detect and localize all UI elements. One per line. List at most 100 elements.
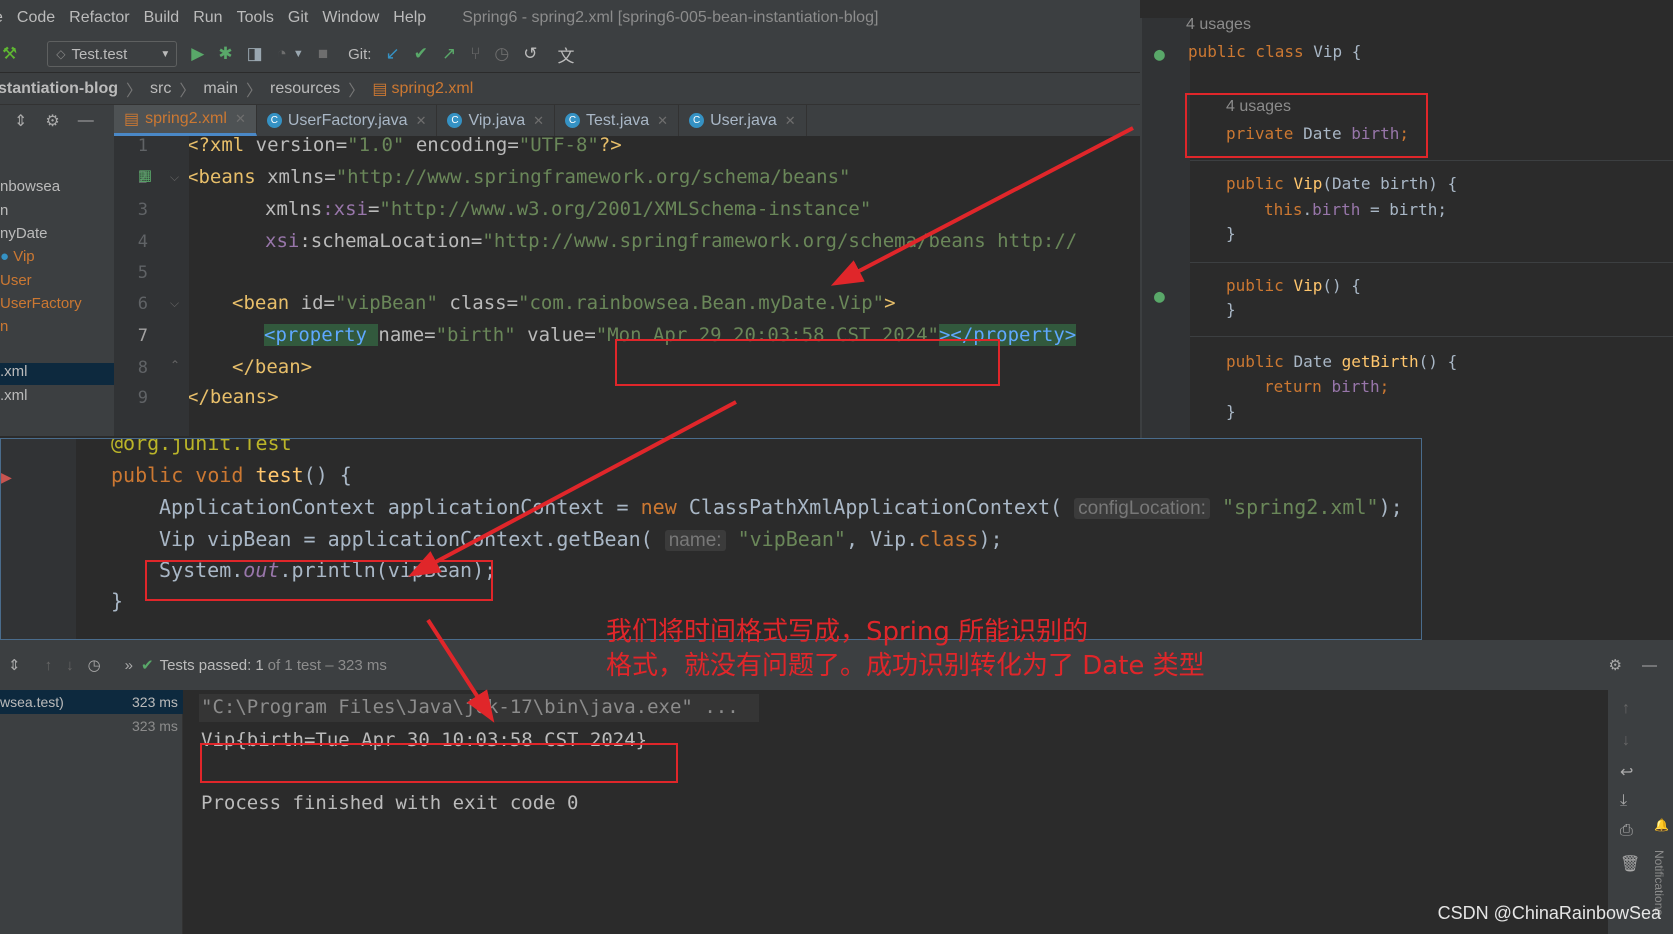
trash-icon[interactable]: 🗑 [1620,854,1640,874]
bean-gutter-icon[interactable]: ● [1154,286,1165,307]
token: . [1302,200,1313,219]
project-tree: nbowsea n nyDate ● Vip User UserFactory … [0,136,114,436]
tree-item-selected[interactable]: .xml [0,363,114,385]
tree-item[interactable]: UserFactory [0,295,82,312]
token: = [424,324,436,346]
highlight-box-field [1185,93,1428,158]
git-push-icon[interactable]: ↗ [442,44,456,64]
test-time: 323 ms [132,694,178,710]
gear-icon[interactable]: ⚙ [1609,656,1622,674]
fold-icon[interactable]: ⌵ [170,296,179,311]
menu-item-file[interactable]: e [0,9,3,27]
breadcrumb-src[interactable]: src [150,80,171,98]
xml-editor[interactable]: <?xml version="1.0" encoding="UTF-8"?> <… [189,136,1140,436]
tab-user-java[interactable]: C User.java ✕ [679,105,807,136]
translate-icon[interactable]: 文 [557,42,574,67]
test-editor[interactable]: ▶ @org.junit.Test public void test() { A… [0,438,1422,640]
git-update-icon[interactable]: ↙ [385,44,399,64]
tree-item[interactable]: User [0,272,32,289]
stop-icon[interactable]: ■ [318,44,328,64]
menu-item-window[interactable]: Window [322,9,379,27]
window-title: Spring6 - spring2.xml [spring6-005-bean-… [462,9,879,26]
run-config-select[interactable]: ◇ Test.test ▼ [47,41,178,67]
fold-icon[interactable]: ⌵ [170,170,179,185]
tree-item[interactable]: nbowsea [0,178,60,195]
fold-icon[interactable]: ⌃ [170,358,180,372]
constructor-2: public Vip() { [1226,276,1361,295]
coverage-icon[interactable]: ◨ [247,44,263,64]
token: "vipBean" [334,292,438,314]
menu-item-build[interactable]: Build [144,9,180,27]
collapse-icon[interactable]: ⇕ [14,111,27,131]
rollback-icon[interactable]: ↺ [523,44,537,64]
close-icon[interactable]: ✕ [785,113,796,129]
gear-icon[interactable]: ⚙ [45,111,59,131]
close-icon[interactable]: ✕ [657,113,668,129]
run-icon[interactable]: ▶ [191,44,204,64]
history-icon[interactable]: ◷ [88,656,101,674]
collapse-icon[interactable]: ⇕ [8,656,21,674]
tab-vip-java[interactable]: C Vip.java ✕ [437,105,556,136]
debug-icon[interactable]: ✱ [218,44,232,64]
close-icon[interactable]: ✕ [235,111,246,127]
token: "http://www.springframework.org/schema/b… [482,230,1078,252]
arrow-down-icon[interactable]: ↓ [1622,732,1630,750]
breadcrumb-file[interactable]: spring2.xml [391,80,473,98]
breadcrumb-main[interactable]: main [203,80,238,98]
menu-item-refactor[interactable]: Refactor [69,9,129,27]
console-command: "C:\Program Files\Java\jdk-17\bin\java.e… [201,696,739,718]
tree-item-vip[interactable]: ● Vip [0,248,35,265]
bean-gutter-icon[interactable]: ▦ [138,166,152,184]
soft-wrap-icon[interactable]: ↩ [1620,762,1633,782]
menu-item-run[interactable]: Run [193,9,222,27]
console-output[interactable]: "C:\Program Files\Java\jdk-17\bin\java.e… [183,690,1608,934]
close-icon[interactable]: ✕ [416,113,427,129]
tree-item[interactable]: n [0,318,8,335]
menu-item-help[interactable]: Help [393,9,426,27]
tree-item[interactable]: .xml [0,387,28,404]
breadcrumb-project[interactable]: stantiation-blog [0,80,118,98]
usages-hint[interactable]: 4 usages [1186,18,1251,34]
run-test-icon[interactable]: ▶ [1,467,12,488]
more-run-icon[interactable]: ▼ [293,48,304,60]
menu-item-code[interactable]: Code [17,9,55,27]
arrow-up-icon[interactable]: ↑ [45,657,53,674]
hammer-icon[interactable]: ⚒ [2,44,17,64]
arrow-down-icon[interactable]: ↓ [66,657,74,674]
breadcrumb-resources[interactable]: resources [270,80,340,98]
vip-class-editor[interactable]: ● ● 4 usages public class Vip { 4 usages… [1140,18,1673,438]
more-icon[interactable]: » [125,657,133,674]
token: Date [1293,352,1342,371]
tab-spring2-xml[interactable]: ▤ spring2.xml ✕ [114,105,257,136]
scroll-end-icon[interactable]: ⤓ [1620,792,1627,810]
notifications-icon[interactable]: 🔔 [1654,818,1669,832]
divider [1190,160,1673,161]
history-icon[interactable]: ◷ [494,44,509,64]
profile-icon[interactable]: ◔ [277,44,287,64]
git-branch-icon[interactable]: ⑂ [470,44,480,64]
tree-item[interactable]: n [0,202,8,219]
print-icon[interactable]: ⎙ [1620,822,1633,840]
git-commit-icon[interactable]: ✔ [414,44,428,64]
breadcrumb-separator: 〉 [348,82,365,100]
menu-item-tools[interactable]: Tools [237,9,274,27]
tab-test-java[interactable]: C Test.java ✕ [555,105,680,136]
hide-icon[interactable]: — [1642,657,1657,674]
annotation-note-line2: 格式，就没有问题了。成功识别转化为了 Date 类型 [606,651,1205,681]
hide-icon[interactable]: — [78,112,94,130]
tab-userfactory-java[interactable]: C UserFactory.java ✕ [257,105,438,136]
token: "http://www.springframework.org/schema/b… [335,166,851,188]
close-icon[interactable]: ✕ [533,113,544,129]
menu-item-git[interactable]: Git [288,9,308,27]
line-number: 3 [137,200,148,220]
token: Vip [1313,42,1343,61]
token: getBirth [1341,352,1419,371]
bean-gutter-icon[interactable]: ● [1154,44,1165,65]
tab-label: spring2.xml [145,110,227,127]
tree-item[interactable]: nyDate [0,225,48,242]
token: Vip [1293,276,1323,295]
token: return [1264,377,1332,396]
test-tree: wsea.test) 323 ms 323 ms [0,690,183,934]
token: "birth" [435,324,516,346]
arrow-up-icon[interactable]: ↑ [1622,700,1630,718]
